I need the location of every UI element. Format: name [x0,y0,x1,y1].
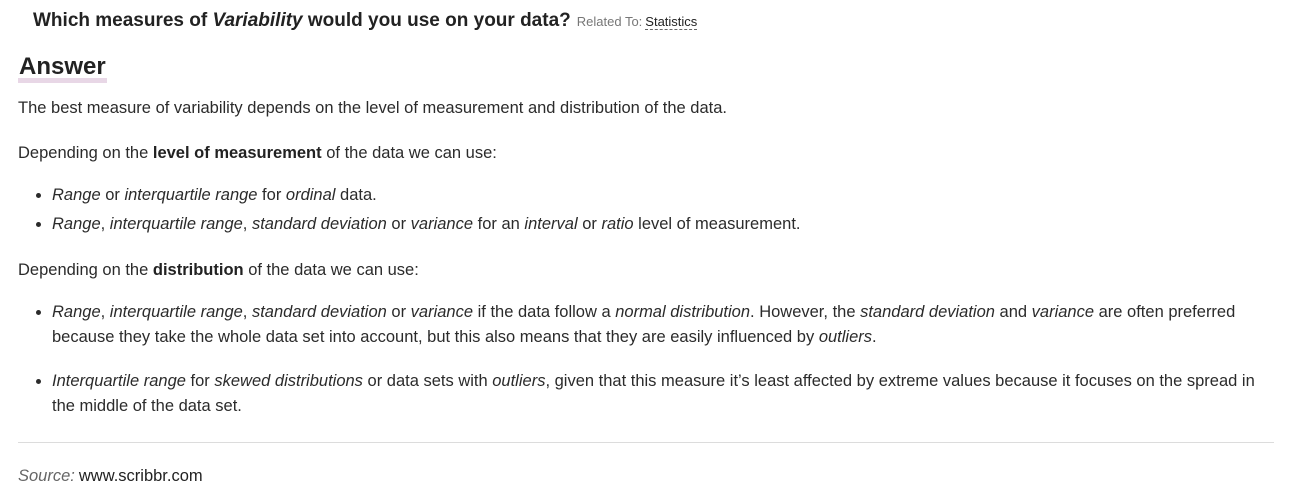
question-title-prefix: Which measures of [33,10,208,31]
text-segment: if the data follow a [473,303,616,321]
text-segment: . However, the [750,303,861,321]
text-segment: for [185,372,215,390]
distribution-lead-after: of the data we can use: [248,261,419,279]
italic-term: Range [52,215,101,233]
text-segment: , [100,215,110,233]
level-measures-list: Range or interquartile range for ordinal… [18,183,1278,237]
italic-term: normal distribution [615,303,751,321]
distribution-lead-bold: distribution [152,261,244,279]
italic-term: standard deviation [251,303,387,321]
text-segment: data. [335,186,377,204]
source-label: Source: [18,467,75,485]
italic-term: variance [410,303,474,321]
related-to-label: Related To: [576,14,643,29]
italic-term: outliers [818,328,873,346]
level-lead-after: of the data we can use: [326,144,497,162]
list-item: Interquartile range for skewed distribut… [52,369,1278,419]
list-item: Range, interquartile range, standard dev… [52,300,1278,350]
italic-term: standard deviation [860,303,995,321]
italic-term: ordinal [285,186,336,204]
level-section-lead: Depending on the level of measurement of… [18,142,1278,164]
list-item: Range, interquartile range, standard dev… [52,212,1278,237]
italic-term: interquartile range [109,303,243,321]
italic-term: variance [410,215,474,233]
italic-term: Interquartile range [52,372,186,390]
text-segment: , [100,303,110,321]
question-title-emphasis: Variability [212,10,303,31]
text-segment: level of measurement. [633,215,801,233]
question-title: Which measures of Variability would you … [33,10,571,31]
distribution-measures-list: Range, interquartile range, standard dev… [18,300,1278,419]
level-lead-bold: level of measurement [152,144,322,162]
italic-term: interval [524,215,578,233]
source-line: Source: www.scribbr.com [18,465,203,487]
related-topic-link[interactable]: Statistics [645,14,698,30]
text-segment: or [577,215,602,233]
answer-intro: The best measure of variability depends … [18,99,728,117]
distribution-section-lead: Depending on the distribution of the dat… [18,259,1278,281]
text-segment: , [242,215,252,233]
text-segment: or [386,215,411,233]
source-value: www.scribbr.com [78,467,203,485]
text-segment: for an [473,215,525,233]
text-segment: or [386,303,411,321]
question-title-suffix: would you use on your data? [307,10,571,31]
italic-term: variance [1031,303,1095,321]
text-segment: , [242,303,252,321]
italic-term: interquartile range [124,186,258,204]
text-segment: and [994,303,1032,321]
distribution-lead-before: Depending on the [18,261,149,279]
answer-heading: Answer [18,52,107,83]
italic-term: Range [52,303,101,321]
level-lead-before: Depending on the [18,144,149,162]
text-segment: or [100,186,125,204]
italic-term: ratio [601,215,634,233]
text-segment: or data sets with [362,372,493,390]
divider [18,442,1274,443]
italic-term: skewed distributions [214,372,363,390]
italic-term: outliers [492,372,546,390]
italic-term: Range [52,186,101,204]
answer-section: Answer The best measure of variability d… [18,52,1278,419]
italic-term: standard deviation [251,215,387,233]
text-segment: . [872,328,877,346]
text-segment: for [257,186,286,204]
list-item: Range or interquartile range for ordinal… [52,183,1278,208]
italic-term: interquartile range [109,215,243,233]
question-header: Which measures of Variability would you … [33,10,698,32]
